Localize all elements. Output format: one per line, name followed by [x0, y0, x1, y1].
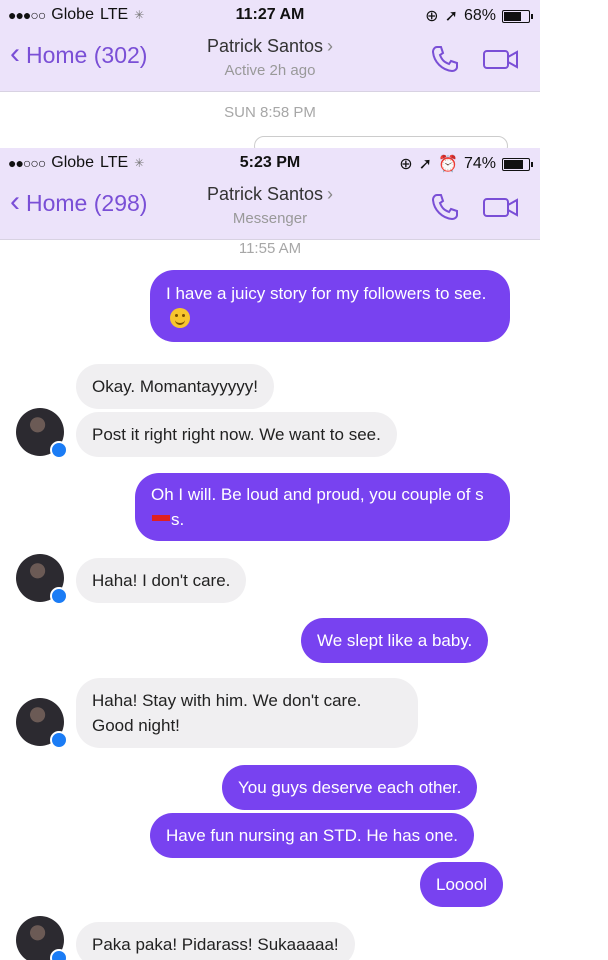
smile-emoji-icon	[170, 308, 190, 328]
chevron-right-icon: ›	[327, 184, 334, 204]
messenger-badge-icon	[50, 441, 68, 459]
battery-percent: 74%	[463, 155, 496, 172]
status-bar: ●●●○○ Globe LTE ✳ 11:27 AM ⊕ ➚ 68%	[0, 0, 540, 30]
chevron-right-icon: ›	[327, 36, 334, 56]
message-text: Haha! Stay with him. We don't care. Good…	[92, 691, 362, 735]
redaction-mark	[152, 515, 170, 521]
screenshot-1: ●●●○○ Globe LTE ✳ 11:27 AM ⊕ ➚ 68% ‹ Hom…	[0, 0, 540, 148]
rotation-lock-icon: ⊕	[425, 8, 439, 25]
message-text: You guys deserve each other.	[238, 778, 462, 797]
message-text: Haha! I don't care.	[92, 571, 231, 590]
battery-percent: 68%	[463, 7, 496, 24]
message-bubble-outgoing[interactable]: We slept like a baby.	[301, 618, 489, 663]
video-icon[interactable]	[482, 195, 520, 219]
alarm-icon: ⏰	[438, 156, 458, 173]
chat-header: ●●●○○ Globe LTE ✳ 11:27 AM ⊕ ➚ 68% ‹ Hom…	[0, 0, 540, 92]
message-text: Okay. Momantayyyyy!	[92, 377, 258, 396]
message-timestamp: SUN 8:58 PM	[224, 104, 316, 121]
message-text: Oh I will. Be loud and proud, you couple…	[151, 485, 484, 504]
message-text: I have a juicy story for my followers to…	[166, 284, 487, 303]
message-text: Have fun nursing an STD. He has one.	[166, 826, 458, 845]
message-bubble-outgoing[interactable]: Oh I will. Be loud and proud, you couple…	[135, 473, 510, 541]
message-bubble-incoming[interactable]: Paka paka! Pidarass! Sukaaaaa!	[76, 922, 355, 960]
message-bubble-incoming[interactable]: Haha! I don't care.	[76, 558, 247, 603]
message-bubble-outgoing[interactable]: I have a juicy story for my followers to…	[150, 270, 510, 342]
messenger-badge-icon	[50, 731, 68, 749]
chat-header: ●●○○○ Globe LTE ✳ 5:23 PM ⊕ ➚ ⏰ 74% ‹ Ho…	[0, 148, 540, 240]
navigation-bar: ‹ Home (302) Patrick Santos › Active 2h a…	[0, 30, 540, 92]
avatar[interactable]	[16, 408, 68, 459]
message-text: Post it right right now. We want to see.	[92, 425, 381, 444]
phone-icon[interactable]	[430, 44, 460, 74]
messenger-badge-icon	[50, 949, 68, 960]
message-bubble-outgoing[interactable]: Have fun nursing an STD. He has one.	[150, 813, 474, 858]
battery-icon	[502, 9, 533, 23]
location-icon: ➚	[418, 156, 433, 173]
messenger-badge-icon	[50, 587, 68, 605]
message-bubble-outgoing[interactable]: You guys deserve each other.	[222, 765, 478, 810]
avatar[interactable]	[16, 698, 68, 749]
message-bubble-incoming[interactable]: Haha! Stay with him. We don't care. Good…	[76, 678, 418, 748]
message-text: Paka paka! Pidarass! Sukaaaaa!	[92, 935, 339, 954]
message-text: We slept like a baby.	[317, 631, 473, 650]
status-bar: ●●○○○ Globe LTE ✳ 5:23 PM ⊕ ➚ ⏰ 74%	[0, 148, 540, 178]
message-bubble-incoming[interactable]: Okay. Momantayyyyy!	[76, 364, 274, 409]
message-timestamp: 11:55 AM	[238, 240, 302, 257]
rotation-lock-icon: ⊕	[399, 156, 413, 173]
contact-name: Patrick Santos	[206, 36, 324, 56]
message-text: Looool	[436, 875, 488, 894]
avatar[interactable]	[16, 916, 68, 960]
message-text: s.	[171, 510, 185, 529]
avatar[interactable]	[16, 554, 68, 605]
navigation-bar: ‹ Home (298) Patrick Santos › Messenger	[0, 178, 540, 240]
message-bubble-incoming[interactable]: Post it right right now. We want to see.	[76, 412, 397, 457]
battery-icon	[502, 157, 533, 171]
video-icon[interactable]	[482, 47, 520, 71]
phone-icon[interactable]	[430, 192, 460, 222]
screenshot-2: ●●○○○ Globe LTE ✳ 5:23 PM ⊕ ➚ ⏰ 74% ‹ Ho…	[0, 148, 540, 960]
message-bubble-outgoing[interactable]: Looool	[420, 862, 504, 907]
contact-name: Patrick Santos	[206, 184, 324, 204]
location-icon: ➚	[444, 8, 458, 25]
